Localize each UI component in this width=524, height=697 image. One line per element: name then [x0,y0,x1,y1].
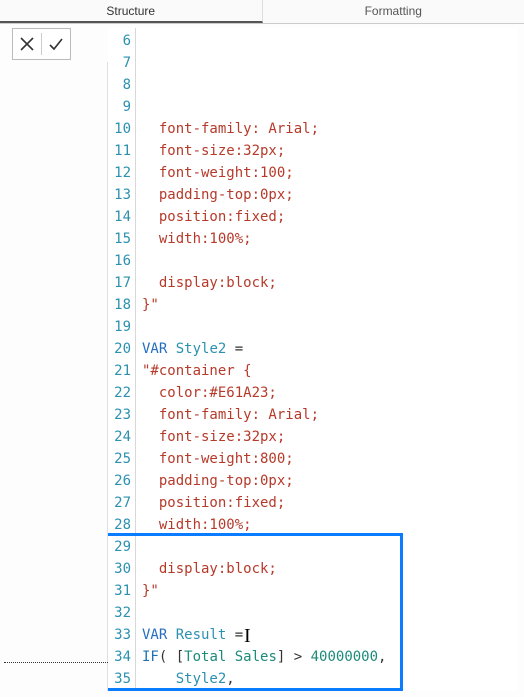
line-number: 25 [108,448,131,470]
code-line[interactable]: VAR Result = [142,624,512,646]
line-number: 28 [108,514,131,536]
code-line[interactable]: font-family: Arial; [142,118,512,140]
line-number: 31 [108,580,131,602]
line-number: 35 [108,668,131,690]
line-number: 7 [108,52,131,74]
code-line[interactable]: padding-top:0px; [142,470,512,492]
line-number: 29 [108,536,131,558]
tab-structure[interactable]: Structure [0,0,263,23]
code-line[interactable]: color:#E61A23; [142,382,512,404]
cancel-button[interactable] [13,29,41,59]
code-editor[interactable]: 6789101112131415161718192021222324252627… [108,28,518,691]
code-line[interactable]: font-weight:800; [142,448,512,470]
code-line[interactable]: VAR Style2 = [142,338,512,360]
line-number: 23 [108,404,131,426]
code-line[interactable]: "#container { [142,360,512,382]
formula-editor-pane: Structure Formatting 6789101112131415161… [0,0,524,697]
line-number: 17 [108,272,131,294]
code-line[interactable] [142,536,512,558]
code-line[interactable]: font-family: Arial; [142,404,512,426]
dotted-separator [4,662,108,663]
code-line[interactable] [142,250,512,272]
line-number: 15 [108,228,131,250]
tab-strip: Structure Formatting [0,0,524,24]
line-number: 11 [108,140,131,162]
line-number: 33 [108,624,131,646]
line-number: 8 [108,74,131,96]
line-number: 24 [108,426,131,448]
line-number: 12 [108,162,131,184]
check-icon [48,36,64,52]
line-number: 26 [108,470,131,492]
line-number: 18 [108,294,131,316]
code-line[interactable]: width:100%; [142,514,512,536]
line-number: 13 [108,184,131,206]
code-line[interactable]: width:100%; [142,228,512,250]
line-number: 9 [108,96,131,118]
code-line[interactable]: IF( [Total Sales] > 40000000, [142,646,512,668]
code-line[interactable] [142,602,512,624]
line-number: 22 [108,382,131,404]
line-number: 32 [108,602,131,624]
tab-formatting[interactable]: Formatting [263,0,524,23]
line-number-gutter: 6789101112131415161718192021222324252627… [108,28,136,691]
line-number: 34 [108,646,131,668]
line-number: 14 [108,206,131,228]
code-line[interactable] [142,316,512,338]
commit-toolbar [12,28,71,60]
line-number: 21 [108,360,131,382]
code-line[interactable]: font-size:32px; [142,140,512,162]
code-line[interactable]: display:block; [142,272,512,294]
code-line[interactable]: }" [142,294,512,316]
code-line[interactable]: padding-top:0px; [142,184,512,206]
left-margin [0,62,108,691]
code-line[interactable]: font-size:32px; [142,426,512,448]
line-number: 20 [108,338,131,360]
line-number: 16 [108,250,131,272]
code-line[interactable]: display:block; [142,558,512,580]
commit-button[interactable] [42,29,70,59]
code-line[interactable]: }" [142,580,512,602]
line-number: 6 [108,30,131,52]
code-line[interactable]: Style1 [142,690,512,691]
code-line[interactable]: font-weight:100; [142,162,512,184]
code-line[interactable]: position:fixed; [142,492,512,514]
close-icon [19,36,35,52]
line-number: 27 [108,492,131,514]
code-content[interactable]: I font-family: Arial; font-size:32px; fo… [136,28,518,691]
code-line[interactable]: position:fixed; [142,206,512,228]
line-number: 19 [108,316,131,338]
code-line[interactable]: Style2, [142,668,512,690]
line-number: 30 [108,558,131,580]
line-number: 10 [108,118,131,140]
